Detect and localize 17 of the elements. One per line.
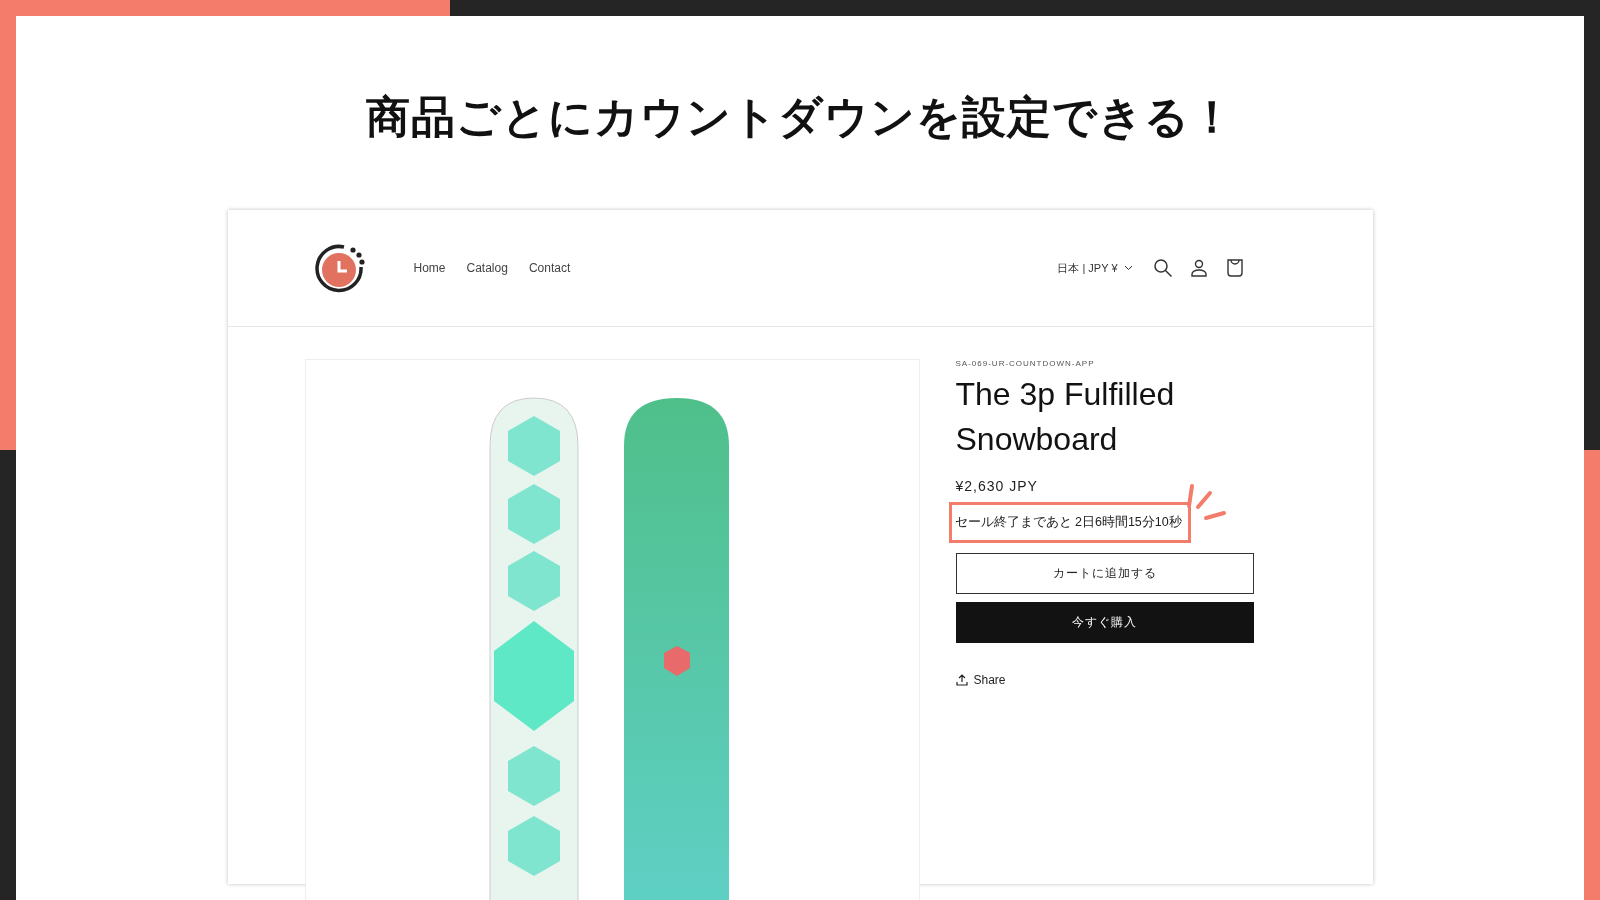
nav-link[interactable]: Home — [413, 261, 446, 275]
product-title: The 3p Fulfilled Snowboard — [955, 375, 1176, 459]
buy-now-button[interactable]: 今すぐ購入 — [955, 602, 1254, 643]
cart-icon[interactable] — [1224, 258, 1245, 278]
account-icon[interactable] — [1188, 258, 1209, 278]
sale-countdown: セール終了まであと 2日6時間15分10秒 — [948, 502, 1191, 543]
slide-headline: 商品ごとにカウントダウンを設定できる！ — [364, 90, 1236, 144]
share-icon — [955, 674, 968, 686]
search-icon[interactable] — [1152, 258, 1173, 278]
share-button[interactable]: Share — [955, 673, 1006, 687]
add-to-cart-button[interactable]: カートに追加する — [955, 553, 1254, 594]
chevron-down-icon — [1123, 265, 1133, 271]
product-vendor: SA-069-UR-COUNTDOWN-APP — [955, 359, 1096, 368]
product-price: ¥2,630 JPY — [955, 478, 1039, 494]
nav-link[interactable]: Catalog — [466, 261, 508, 275]
nav-link[interactable]: Contact — [528, 261, 571, 275]
locale-selector[interactable]: 日本 | JPY ¥ — [1057, 260, 1133, 276]
